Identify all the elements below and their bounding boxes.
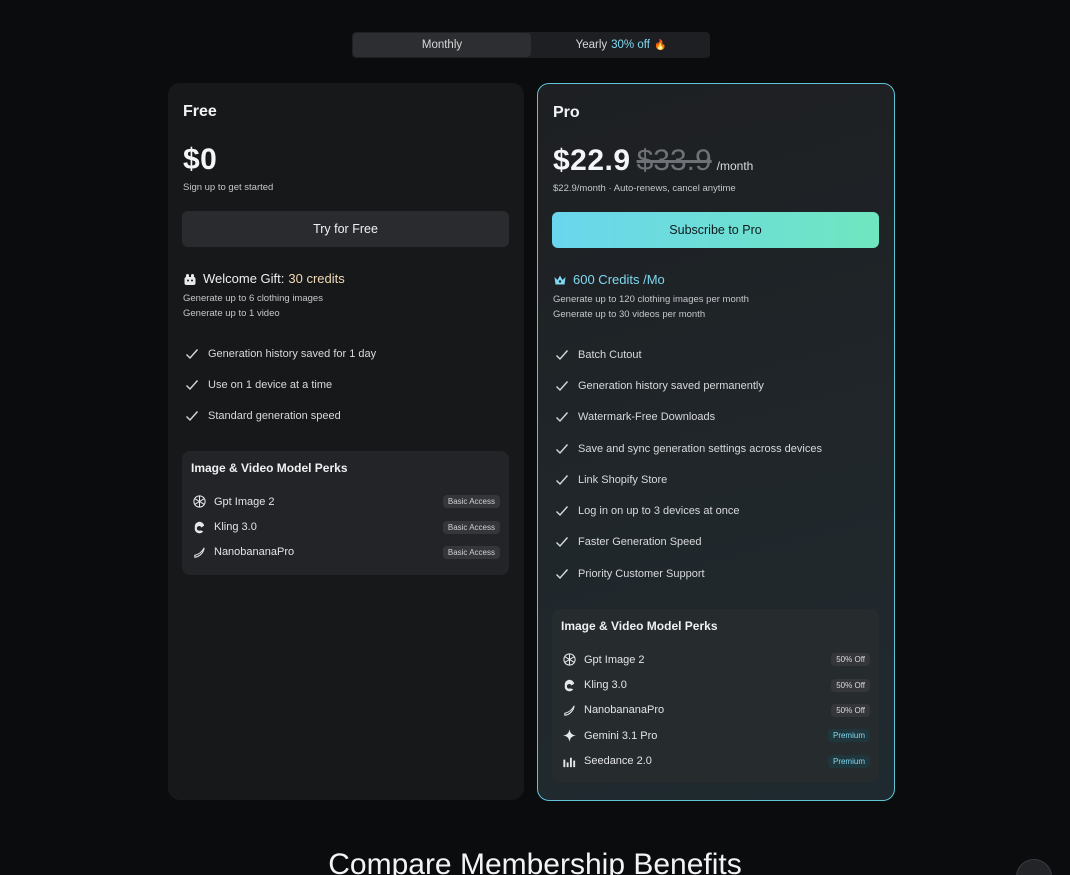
perk-row: Gpt Image 2 50% Off xyxy=(561,647,870,672)
perks-title: Image & Video Model Perks xyxy=(561,619,718,633)
yearly-discount: 30% off xyxy=(611,39,650,51)
feature-item: Generation history saved for 1 day xyxy=(185,338,376,369)
gift-credits: 30 credits xyxy=(288,271,345,286)
feature-item: Standard generation speed xyxy=(185,401,376,432)
price-subtitle: Sign up to get started xyxy=(183,182,274,193)
gift-icon xyxy=(183,272,197,286)
access-badge: Basic Access xyxy=(442,545,500,559)
check-icon xyxy=(556,474,569,485)
banana-icon xyxy=(191,544,207,560)
plan-name: Free xyxy=(183,103,217,120)
price: $22.9 xyxy=(553,144,631,177)
free-quota-lines: Generate up to 6 clothing images Generat… xyxy=(183,293,323,319)
pro-plan-card: Pro $22.9 $33.9 /month $22.9/month · Aut… xyxy=(537,83,895,801)
check-icon xyxy=(556,506,569,517)
price-period: /month xyxy=(716,159,754,173)
pro-features-list: Batch Cutout Generation history saved pe… xyxy=(555,339,822,589)
free-model-perks: Image & Video Model Perks Gpt Image 2 Ba… xyxy=(182,451,509,575)
check-icon xyxy=(186,411,199,422)
fire-icon: 🔥 xyxy=(653,39,667,51)
access-badge: Basic Access xyxy=(442,495,500,509)
perk-row: Kling 3.0 50% Off xyxy=(561,672,870,697)
banana-icon xyxy=(561,702,577,718)
free-plan-card: Free $0 Sign up to get started Try for F… xyxy=(168,83,524,800)
crown-icon xyxy=(553,273,567,287)
compare-benefits-heading: Compare Membership Benefits xyxy=(328,848,742,875)
monthly-credits: 600 Credits /Mo xyxy=(553,272,665,287)
perk-row: Seedance 2.0 Premium xyxy=(561,749,870,774)
discount-badge: 50% Off xyxy=(831,678,870,692)
check-icon xyxy=(186,348,199,359)
openai-icon xyxy=(191,494,207,510)
gemini-sparkle-icon xyxy=(561,728,577,744)
feature-item: Watermark-Free Downloads xyxy=(555,402,822,433)
feature-item: Use on 1 device at a time xyxy=(185,369,376,400)
original-price: $33.9 xyxy=(636,144,712,177)
perk-row: Gpt Image 2 Basic Access xyxy=(191,489,500,514)
pro-quota-lines: Generate up to 120 clothing images per m… xyxy=(553,294,749,320)
feature-item: Link Shopify Store xyxy=(555,464,822,495)
perk-row: Gemini 3.1 Pro Premium xyxy=(561,723,870,748)
check-icon xyxy=(186,379,199,390)
pro-model-perks: Image & Video Model Perks Gpt Image 2 50… xyxy=(552,609,879,783)
try-for-free-button[interactable]: Try for Free xyxy=(182,211,509,247)
feature-item: Batch Cutout xyxy=(555,339,822,370)
free-features-list: Generation history saved for 1 day Use o… xyxy=(185,338,376,432)
subscribe-to-pro-button[interactable]: Subscribe to Pro xyxy=(552,212,879,248)
feature-item: Generation history saved permanently xyxy=(555,370,822,401)
kling-icon xyxy=(561,677,577,693)
feature-item: Save and sync generation settings across… xyxy=(555,433,822,464)
perk-row: NanobananaPro Basic Access xyxy=(191,540,500,565)
billing-toggle: Monthly Yearly 30% off 🔥 xyxy=(352,32,710,58)
check-icon xyxy=(556,537,569,548)
perk-row: NanobananaPro 50% Off xyxy=(561,698,870,723)
premium-badge: Premium xyxy=(827,754,870,768)
discount-badge: 50% Off xyxy=(831,703,870,717)
access-badge: Basic Access xyxy=(442,520,500,534)
check-icon xyxy=(556,349,569,360)
openai-icon xyxy=(561,652,577,668)
price-row: $0 xyxy=(183,143,217,177)
check-icon xyxy=(556,380,569,391)
premium-badge: Premium xyxy=(827,729,870,743)
check-icon xyxy=(556,412,569,423)
feature-item: Priority Customer Support xyxy=(555,558,822,589)
plan-name: Pro xyxy=(553,104,580,121)
price-subtitle: $22.9/month · Auto-renews, cancel anytim… xyxy=(553,183,736,194)
perks-title: Image & Video Model Perks xyxy=(191,461,348,475)
monthly-option[interactable]: Monthly xyxy=(353,33,531,57)
welcome-gift: Welcome Gift: 30 credits xyxy=(183,271,345,286)
price: $0 xyxy=(183,143,218,176)
perk-row: Kling 3.0 Basic Access xyxy=(191,514,500,539)
price-row: $22.9 $33.9 /month xyxy=(553,144,753,178)
discount-badge: 50% Off xyxy=(831,653,870,667)
seedance-bars-icon xyxy=(561,753,577,769)
feature-item: Log in on up to 3 devices at once xyxy=(555,495,822,526)
check-icon xyxy=(556,443,569,454)
yearly-option[interactable]: Yearly 30% off 🔥 xyxy=(532,32,710,58)
feature-item: Faster Generation Speed xyxy=(555,527,822,558)
check-icon xyxy=(556,568,569,579)
kling-icon xyxy=(191,519,207,535)
